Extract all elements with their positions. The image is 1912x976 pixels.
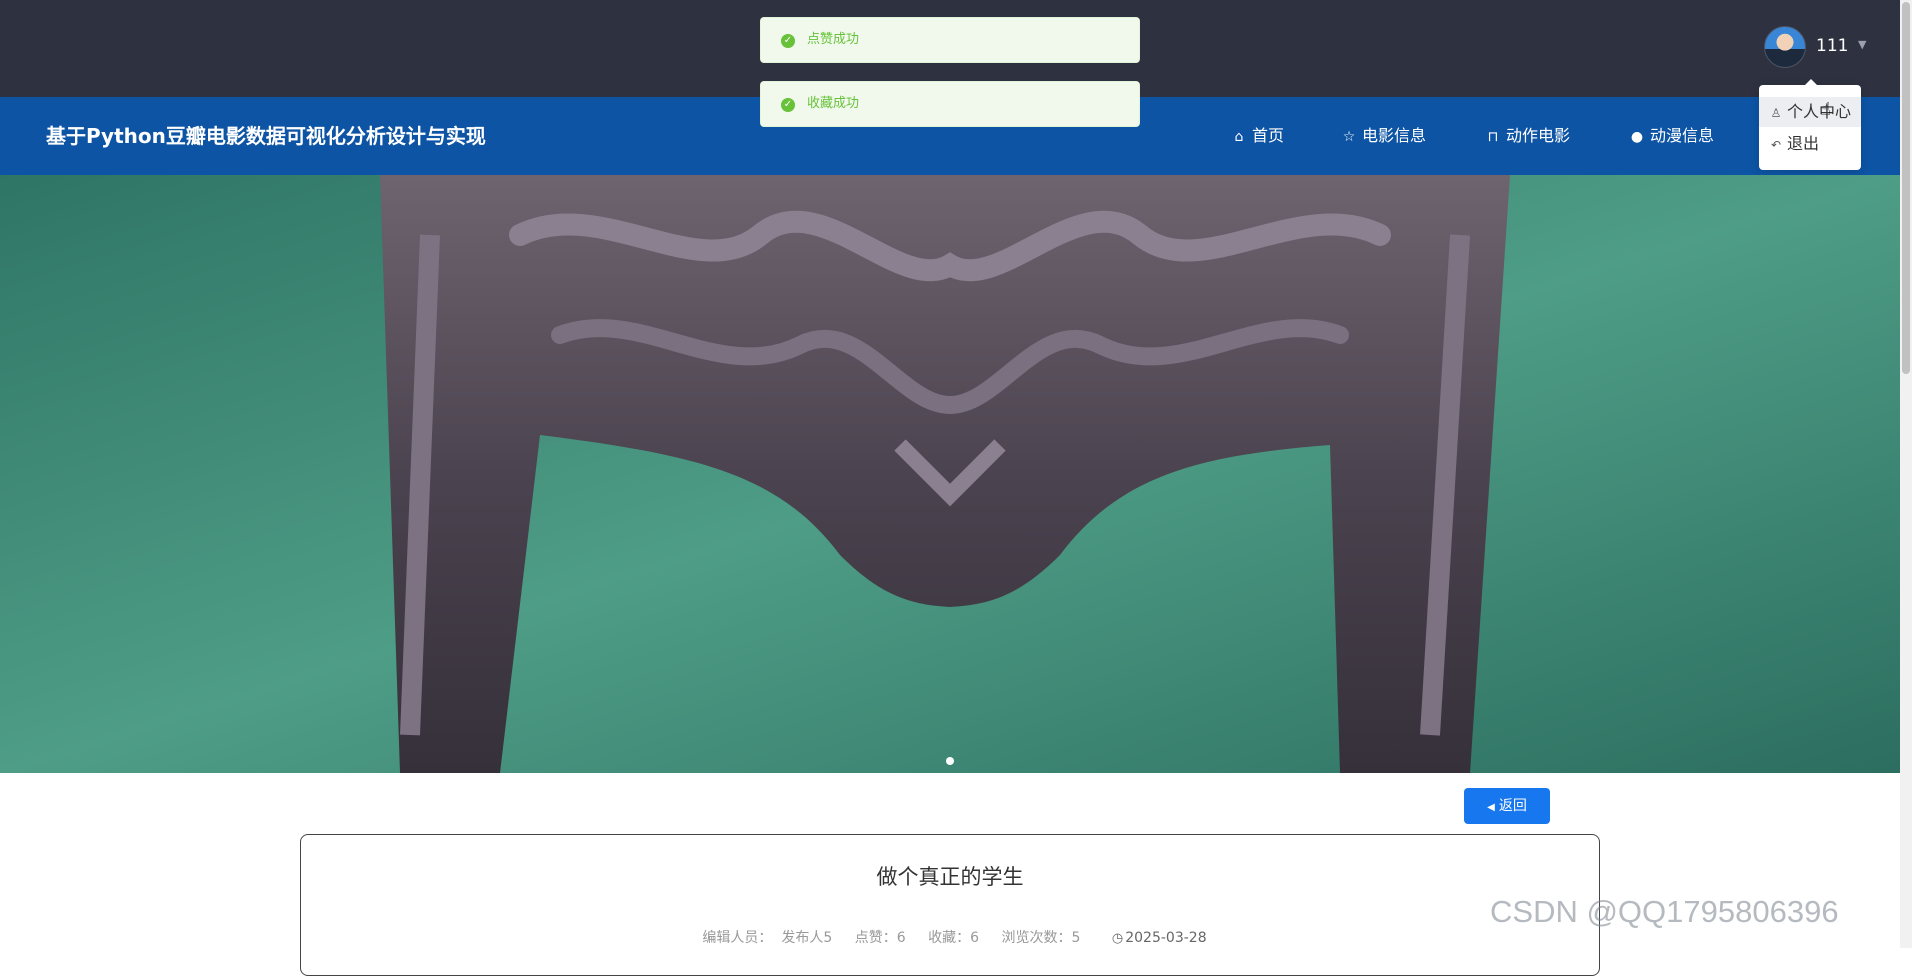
meta-favorites: 收藏：6 — [928, 930, 979, 946]
toast-message: 收藏成功 — [807, 96, 860, 111]
nav-item-anime[interactable]: ● 动漫信息 — [1628, 97, 1714, 175]
dropdown-label-profile: 个人中心 — [1787, 102, 1852, 121]
nav-label-action-movies: 动作电影 — [1506, 126, 1571, 145]
check-circle-icon: ✓ — [781, 34, 795, 48]
info-icon: ● — [1630, 129, 1644, 145]
meta-date: ◷ 2025-03-28 — [1103, 930, 1207, 946]
back-button[interactable]: ◀ 返回 — [1464, 788, 1550, 824]
nav-item-action-movies[interactable]: ⊓ 动作电影 — [1484, 97, 1570, 175]
dropdown-label-logout: 退出 — [1787, 134, 1820, 153]
meta-likes-value: 6 — [896, 930, 906, 946]
banner-image — [0, 175, 1900, 773]
meta-likes: 点赞：6 — [855, 930, 906, 946]
chevron-down-icon[interactable]: ▼ — [1858, 38, 1866, 51]
meta-editor-label: 编辑人员： — [702, 930, 773, 946]
username[interactable]: 111 — [1816, 36, 1848, 56]
carousel-banner[interactable] — [0, 175, 1900, 773]
site-title: 基于Python豆瓣电影数据可视化分析设计与实现 — [46, 124, 486, 148]
meta-editor: 编辑人员： 发布人5 — [693, 930, 832, 946]
meta-likes-label: 点赞： — [854, 930, 897, 946]
logout-icon: ↶ — [1770, 138, 1782, 152]
toast-like-success: ✓ 点赞成功 — [760, 17, 1140, 63]
scrollbar-thumb[interactable] — [1902, 2, 1910, 374]
avatar[interactable] — [1764, 26, 1806, 68]
mouse-pointer-icon: ☝ — [1820, 99, 1831, 120]
article-title: 做个真正的学生 — [876, 865, 1024, 889]
clock-icon: ◷ — [1111, 931, 1124, 946]
dropdown-item-profile[interactable]: ♙ 个人中心 — [1759, 97, 1861, 127]
scrollbar[interactable] — [1900, 0, 1912, 948]
back-button-label: 返回 — [1498, 798, 1527, 814]
caret-left-icon: ◀ — [1487, 802, 1495, 813]
star-icon: ☆ — [1342, 129, 1356, 145]
home-icon: ⌂ — [1234, 129, 1244, 145]
nav-item-movies[interactable]: ☆ 电影信息 — [1340, 97, 1426, 175]
user-dropdown-menu: ♙ 个人中心 ↶ 退出 — [1759, 79, 1861, 170]
meta-views: 浏览次数：5 — [1002, 930, 1081, 946]
nav-item-home[interactable]: ⌂ 首页 — [1230, 97, 1284, 175]
nav-label-movies: 电影信息 — [1362, 126, 1427, 145]
toast-favorite-success: ✓ 收藏成功 — [760, 81, 1140, 127]
article-meta: 编辑人员： 发布人5 点赞：6 收藏：6 浏览次数：5 ◷ 2025-03-28 — [301, 927, 1599, 947]
toast-message: 点赞成功 — [807, 32, 860, 47]
dropdown-item-logout[interactable]: ↶ 退出 — [1759, 129, 1861, 159]
watermark: CSDN @QQ1795806396 — [1490, 894, 1839, 929]
meta-editor-value: 发布人5 — [781, 930, 833, 946]
user-icon: ♙ — [1770, 106, 1782, 120]
bag-icon: ⊓ — [1487, 129, 1499, 145]
meta-favorites-label: 收藏： — [928, 930, 971, 946]
check-circle-icon: ✓ — [781, 98, 795, 112]
meta-favorites-value: 6 — [970, 930, 980, 946]
nav-label-home: 首页 — [1252, 126, 1285, 145]
meta-date-value: 2025-03-28 — [1125, 930, 1207, 946]
meta-views-label: 浏览次数： — [1001, 930, 1072, 946]
carousel-indicator[interactable] — [946, 757, 954, 765]
article-card: 做个真正的学生 编辑人员： 发布人5 点赞：6 收藏：6 浏览次数：5 ◷ 2025… — [300, 834, 1600, 976]
nav-label-anime: 动漫信息 — [1650, 126, 1715, 145]
meta-views-value: 5 — [1071, 930, 1081, 946]
